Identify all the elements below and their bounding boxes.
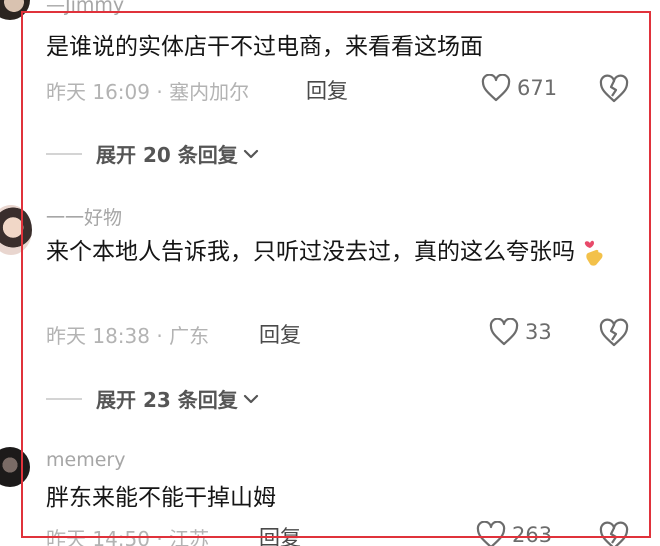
like-button[interactable]: 263 [476, 521, 552, 546]
comment-text: 是谁说的实体店干不过电商，来看看这场面 [46, 34, 483, 60]
broken-heart-icon[interactable] [598, 521, 630, 546]
like-count: 671 [517, 76, 558, 100]
reply-button[interactable]: 回复 [259, 522, 301, 546]
expand-replies-label: 展开 23 条回复 [96, 388, 238, 412]
divider [46, 152, 82, 155]
expand-replies-label: 展开 20 条回复 [96, 143, 238, 167]
like-count: 33 [525, 320, 552, 344]
comment-meta: 昨天 16:09 · 塞内加尔 [46, 80, 250, 104]
comment-text: 胖东来能不能干掉山姆 [46, 485, 276, 511]
avatar[interactable] [0, 0, 30, 20]
like-button[interactable]: 33 [489, 318, 552, 346]
expand-replies-button[interactable]: 展开 23 条回复 [46, 384, 260, 413]
broken-heart-icon[interactable] [598, 318, 630, 348]
finger-heart-emoji [585, 240, 603, 266]
comment-list: —Jimmy 是谁说的实体店干不过电商，来看看这场面 昨天 16:09 · 塞内… [0, 0, 660, 546]
username[interactable]: memery [46, 449, 125, 471]
avatar[interactable] [0, 447, 30, 487]
username[interactable]: 一一好物 [46, 203, 122, 230]
comment-text: 来个本地人告诉我，只听过没去过，真的这么夸张吗 [46, 233, 616, 271]
chevron-down-icon [243, 149, 258, 158]
like-button[interactable]: 671 [481, 74, 557, 102]
chevron-down-icon [243, 394, 258, 403]
broken-heart-icon[interactable] [598, 74, 630, 104]
heart-outline-icon [476, 521, 506, 546]
like-count: 263 [512, 523, 553, 546]
comment-meta: 昨天 14:50 · 江苏 [46, 527, 210, 546]
divider [46, 397, 82, 400]
expand-replies-button[interactable]: 展开 20 条回复 [46, 139, 260, 168]
reply-button[interactable]: 回复 [259, 319, 301, 349]
heart-outline-icon [481, 74, 511, 102]
reply-button[interactable]: 回复 [306, 75, 348, 105]
heart-outline-icon [489, 318, 519, 346]
comment-meta: 昨天 18:38 · 广东 [46, 324, 210, 348]
comment-text-body: 来个本地人告诉我，只听过没去过，真的这么夸张吗 [46, 239, 575, 265]
username[interactable]: —Jimmy [46, 0, 124, 16]
avatar[interactable] [0, 205, 32, 255]
